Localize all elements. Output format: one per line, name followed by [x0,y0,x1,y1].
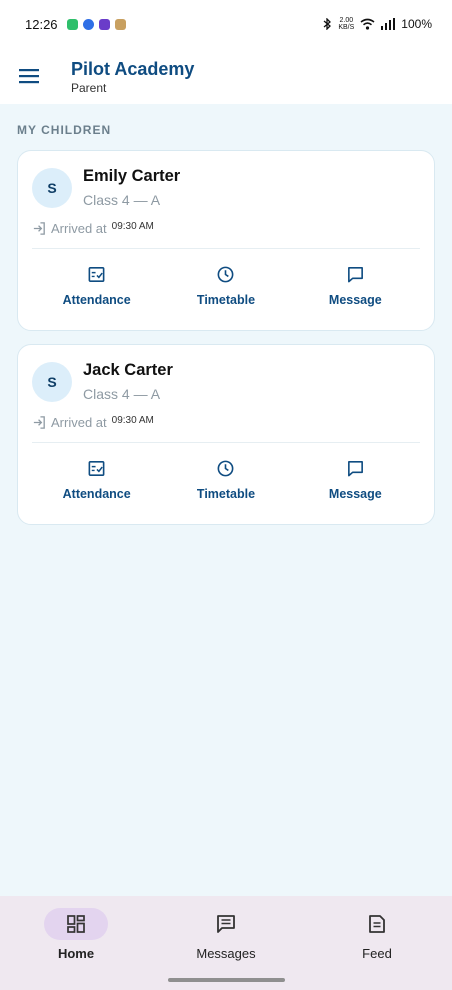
action-label: Message [328,293,382,307]
app-notification-icon [82,18,94,30]
arrival-time: 09:30 AM [111,415,154,426]
arrival-time: 09:30 AM [111,221,154,232]
chat-icon [347,267,363,283]
arrival-label: Arrived at [51,415,107,430]
action-label: Attendance [62,487,131,501]
message-button[interactable]: Message [291,459,420,501]
child-card: S Emily Carter Class 4 — A Arrived at 09… [17,150,435,331]
nav-item-home[interactable]: Home [16,908,136,961]
nav-item-messages[interactable]: Messages [166,908,286,961]
child-card: S Jack Carter Class 4 — A Arrived at 09:… [17,344,435,525]
action-label: Message [328,487,382,501]
action-label: Attendance [62,293,131,307]
app-bar: Pilot Academy Parent [0,48,452,104]
action-label: Timetable [196,487,256,501]
nav-item-feed[interactable]: Feed [317,908,437,961]
app-notification-icon [66,18,78,30]
child-actions: Attendance Timetable Message [32,459,420,501]
nav-label: Home [57,946,95,961]
child-class: Class 4 — A [83,386,161,402]
signal-icon [381,18,396,30]
app-title: Pilot Academy [71,58,195,79]
app-notification-icon [98,18,110,30]
attendance-icon [88,461,105,476]
action-label: Timetable [196,293,256,307]
attendance-icon [88,267,105,282]
status-time: 12:26 [25,16,58,32]
app-subtitle: Parent [71,80,107,95]
bluetooth-icon [323,18,332,30]
message-icon [217,915,235,933]
arrival-status: Arrived at 09:30 AM [32,221,154,236]
avatar: S [32,362,72,402]
app-notification-icon [114,18,126,30]
menu-button[interactable] [17,64,41,88]
wifi-icon [360,18,375,30]
divider [32,442,420,443]
bottom-navigation: Home Messages Feed [0,896,452,990]
login-icon [33,222,45,235]
network-speed: 2.00 KB/S [338,17,355,31]
dashboard-icon [67,915,85,933]
attendance-button[interactable]: Attendance [32,459,161,501]
attendance-button[interactable]: Attendance [32,265,161,307]
nav-label: Messages [196,946,256,961]
nav-icon-wrap [194,908,258,940]
status-indicators: 2.00 KB/S 100% [322,17,432,31]
timetable-button[interactable]: Timetable [161,459,290,501]
clock-icon [218,266,234,283]
nav-label: Feed [362,946,392,961]
status-bar: 12:26 2.00 KB/S 100% [0,0,452,48]
arrival-label: Arrived at [51,221,107,236]
login-icon [33,416,45,429]
chat-icon [347,461,363,477]
divider [32,248,420,249]
menu-icon [19,69,39,84]
nav-active-indicator [44,908,108,940]
child-name: Jack Carter [83,361,173,379]
avatar: S [32,168,72,208]
app-title-block: Pilot Academy Parent [71,58,194,95]
feed-icon [369,915,385,933]
clock-icon [218,460,234,477]
battery-level: 100% [401,17,432,31]
arrival-status: Arrived at 09:30 AM [32,415,154,430]
timetable-button[interactable]: Timetable [161,265,290,307]
child-actions: Attendance Timetable Message [32,265,420,307]
home-indicator[interactable] [168,978,285,982]
child-name: Emily Carter [83,167,181,185]
section-label: MY CHILDREN [17,123,112,137]
child-class: Class 4 — A [83,192,161,208]
message-button[interactable]: Message [291,265,420,307]
nav-icon-wrap [345,908,409,940]
